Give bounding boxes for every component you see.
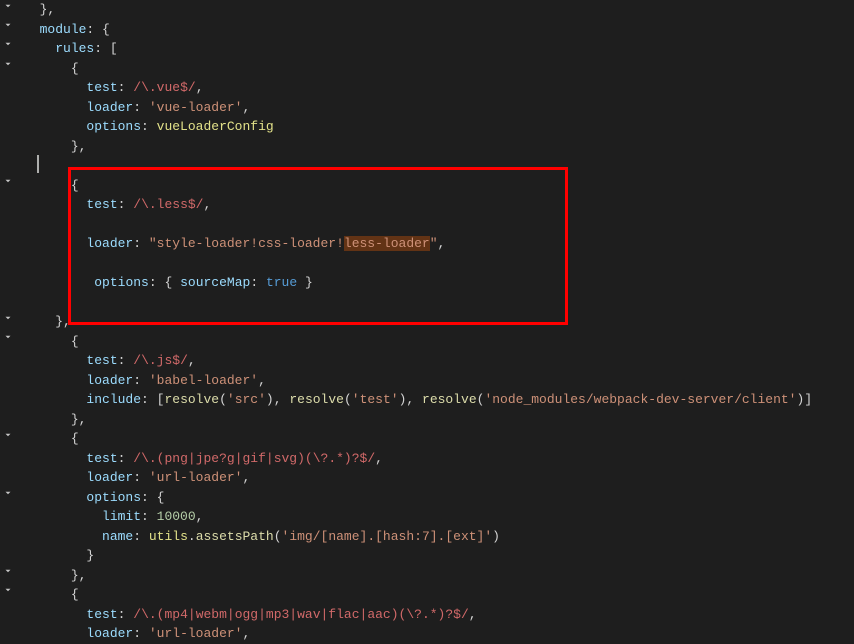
fold-chevron-icon[interactable] [2,58,14,70]
fold-chevron-icon[interactable] [2,38,14,50]
fold-chevron-icon[interactable] [2,312,14,324]
code-line[interactable]: limit: 10000, [24,507,854,527]
cursor [37,155,39,173]
code-line[interactable]: options: { sourceMap: true } [24,273,854,293]
fold-chevron-icon[interactable] [2,487,14,499]
code-line[interactable]: loader: 'url-loader', [24,468,854,488]
code-line[interactable]: } [24,546,854,566]
fold-chevron-icon[interactable] [2,331,14,343]
code-line[interactable]: loader: 'babel-loader', [24,371,854,391]
code-line[interactable] [24,156,854,176]
code-line[interactable] [24,215,854,235]
code-line[interactable]: }, [24,0,854,20]
code-line[interactable]: test: /\.vue$/, [24,78,854,98]
code-editor[interactable]: }, module: { rules: [ { test: /\.vue$/, … [0,0,854,633]
code-line[interactable]: options: vueLoaderConfig [24,117,854,137]
fold-chevron-icon[interactable] [2,429,14,441]
code-line[interactable]: }, [24,566,854,586]
fold-chevron-icon[interactable] [2,0,14,12]
code-line[interactable]: }, [24,137,854,157]
code-line[interactable]: test: /\.less$/, [24,195,854,215]
code-line[interactable]: module: { [24,20,854,40]
code-line[interactable]: include: [resolve('src'), resolve('test'… [24,390,854,410]
code-line[interactable]: name: utils.assetsPath('img/[name].[hash… [24,527,854,547]
code-line[interactable]: }, [24,312,854,332]
code-line[interactable]: test: /\.(mp4|webm|ogg|mp3|wav|flac|aac)… [24,605,854,625]
code-line[interactable]: { [24,585,854,605]
code-line[interactable]: }, [24,410,854,430]
fold-chevron-icon[interactable] [2,175,14,187]
code-line[interactable]: loader: 'vue-loader', [24,98,854,118]
code-line[interactable]: loader: "style-loader!css-loader!less-lo… [24,234,854,254]
code-line[interactable] [24,254,854,274]
fold-chevron-icon[interactable] [2,19,14,31]
fold-chevron-icon[interactable] [2,565,14,577]
code-content[interactable]: }, module: { rules: [ { test: /\.vue$/, … [16,0,854,633]
code-line[interactable]: { [24,332,854,352]
code-line[interactable]: loader: 'url-loader', [24,624,854,644]
gutter [0,0,16,633]
code-line[interactable]: test: /\.js$/, [24,351,854,371]
code-line[interactable]: { [24,59,854,79]
code-line[interactable] [24,293,854,313]
code-line[interactable]: options: { [24,488,854,508]
code-line[interactable]: { [24,429,854,449]
code-line[interactable]: rules: [ [24,39,854,59]
code-line[interactable]: test: /\.(png|jpe?g|gif|svg)(\?.*)?$/, [24,449,854,469]
fold-chevron-icon[interactable] [2,584,14,596]
code-line[interactable]: { [24,176,854,196]
